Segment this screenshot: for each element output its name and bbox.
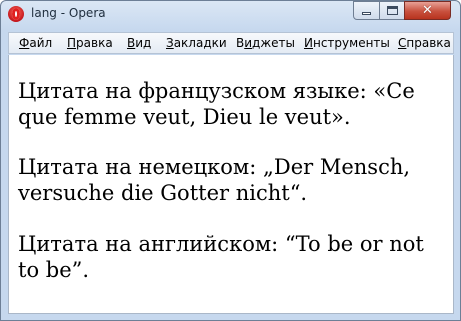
menu-widgets[interactable]: Виджеты <box>236 36 295 50</box>
menu-bookmarks[interactable]: Закладки <box>166 36 227 50</box>
quote-english: Цитата на английском: “To be or not to b… <box>18 232 424 282</box>
title-bar[interactable]: lang - Opera ✕ <box>1 1 460 29</box>
maximize-button[interactable] <box>379 1 405 20</box>
quote-french: Цитата на французском языке: «Ce que fem… <box>18 79 415 129</box>
opera-logo-icon <box>8 6 24 22</box>
menu-view[interactable]: Вид <box>127 36 151 50</box>
page-content: Цитата на французском языке: «Ce que fem… <box>8 55 454 314</box>
menu-help[interactable]: Справка <box>398 36 451 50</box>
browser-window: lang - Opera ✕ Файл Правка Вид Закладки … <box>0 0 461 321</box>
minimize-icon <box>362 12 371 15</box>
menu-file[interactable]: Файл <box>19 36 52 50</box>
menu-tools[interactable]: Инструменты <box>304 36 390 50</box>
close-button[interactable]: ✕ <box>404 1 451 20</box>
window-title: lang - Opera <box>31 6 106 20</box>
menu-bar: Файл Правка Вид Закладки Виджеты Инструм… <box>8 32 454 54</box>
quote-german: Цитата на немецком: „Der Mensch, versuch… <box>18 155 411 205</box>
menu-edit[interactable]: Правка <box>67 36 113 50</box>
maximize-icon <box>387 6 398 15</box>
minimize-button[interactable] <box>353 1 380 20</box>
close-icon: ✕ <box>422 3 433 18</box>
